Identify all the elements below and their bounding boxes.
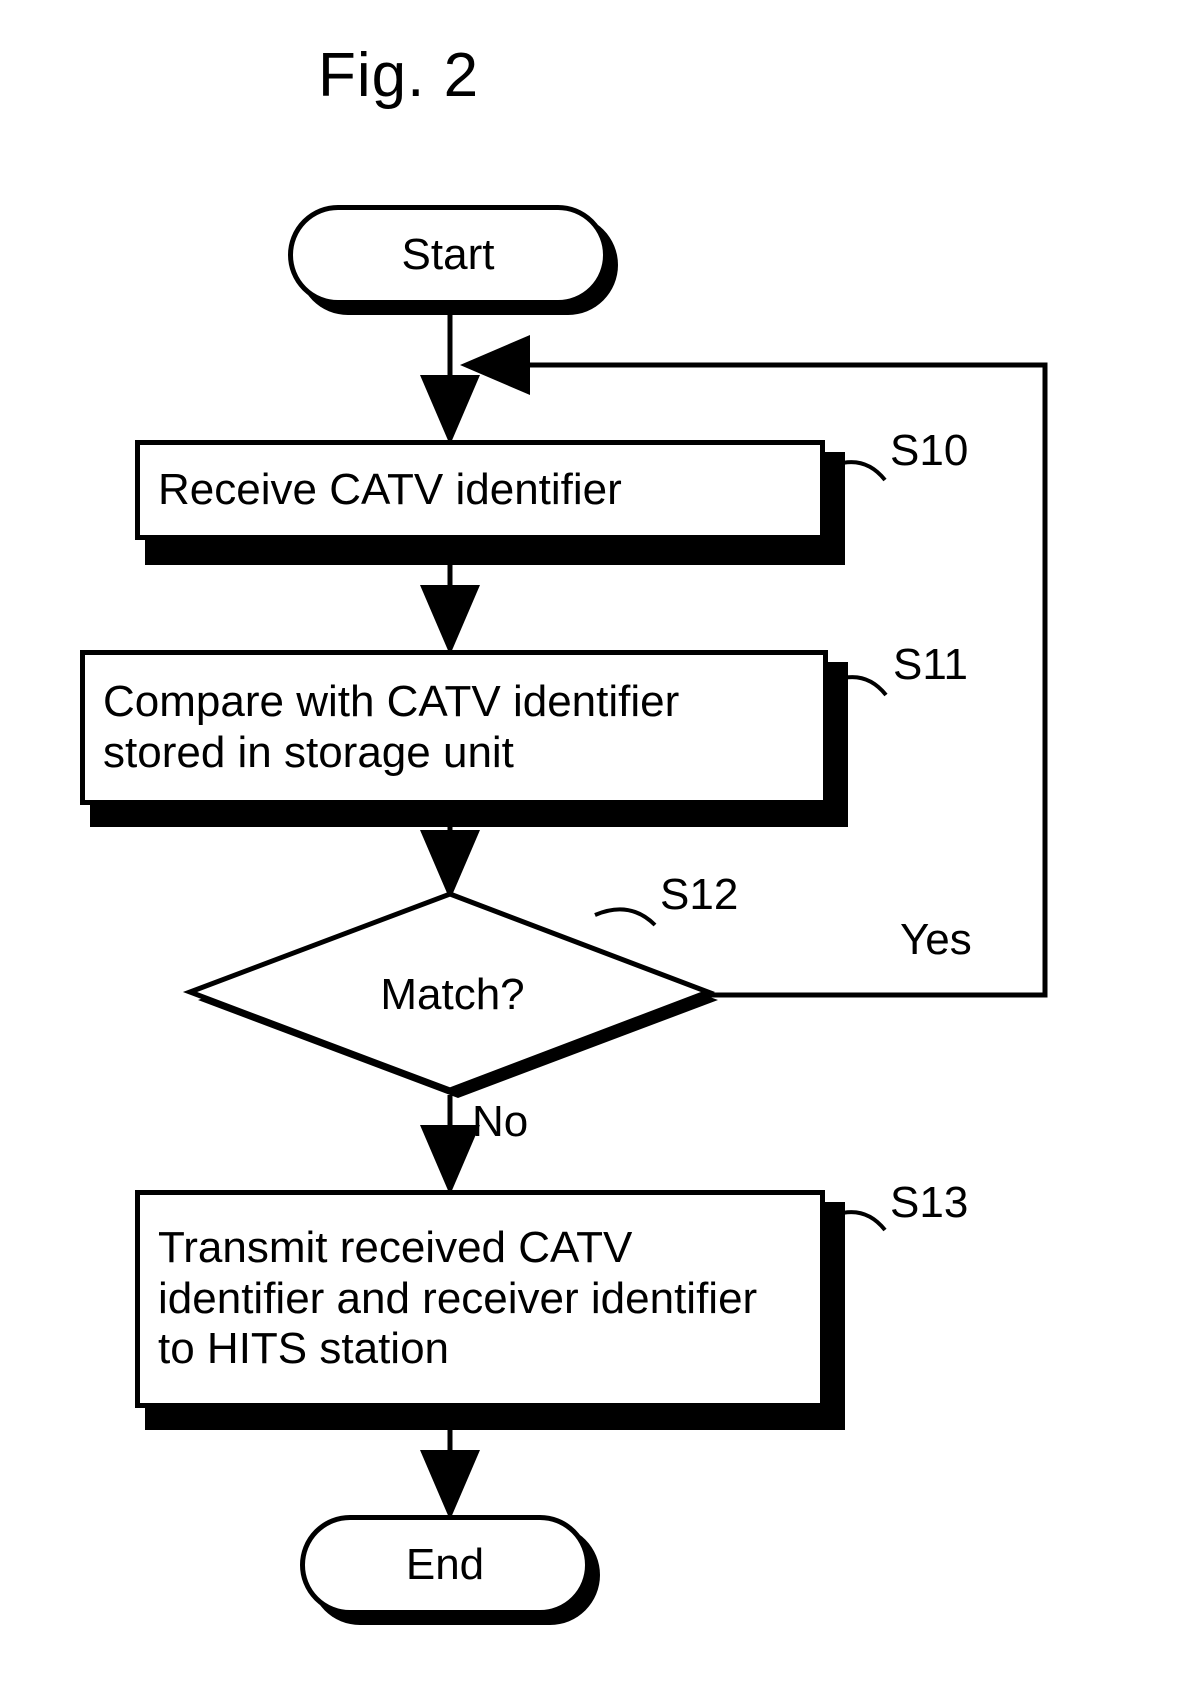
s11-label: S11: [893, 640, 968, 690]
s13-text: Transmit received CATV identifier and re…: [158, 1223, 802, 1375]
step-s12-decision: Match?: [180, 890, 725, 1105]
s11-text: Compare with CATV identifier stored in s…: [103, 677, 805, 778]
s12-label: S12: [660, 870, 738, 920]
end-node: End: [300, 1515, 600, 1625]
s10-label: S10: [890, 426, 968, 476]
step-s11: Compare with CATV identifier stored in s…: [80, 650, 850, 830]
step-s10: Receive CATV identifier: [135, 440, 845, 565]
s10-text: Receive CATV identifier: [158, 465, 622, 516]
edge-no: No: [472, 1097, 528, 1147]
s12-text: Match?: [380, 970, 524, 1019]
step-s13: Transmit received CATV identifier and re…: [135, 1190, 845, 1430]
flowchart-canvas: Fig. 2 Start: [20, 20, 1196, 1669]
s13-label: S13: [890, 1178, 968, 1228]
edge-yes: Yes: [900, 915, 972, 965]
end-label: End: [406, 1540, 484, 1590]
